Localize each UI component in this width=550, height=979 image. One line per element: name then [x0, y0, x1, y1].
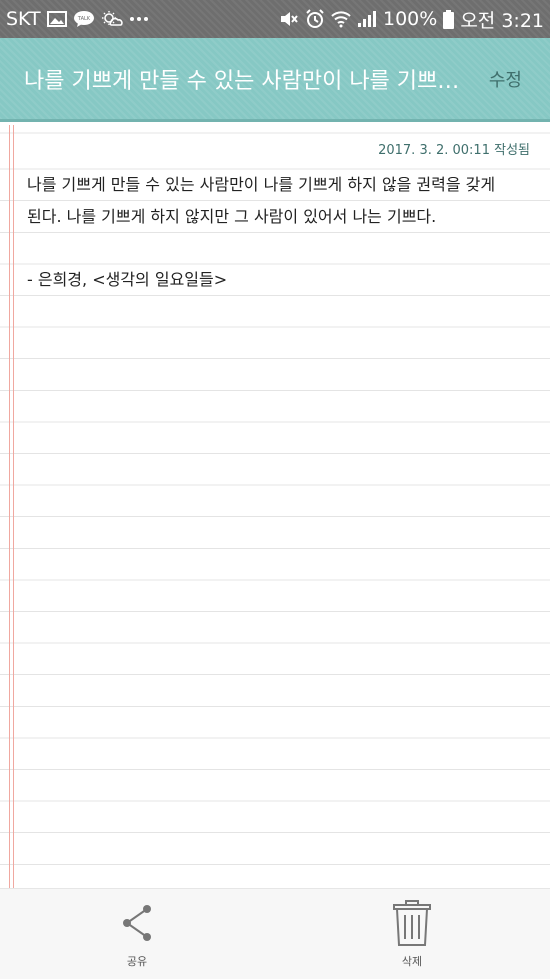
- share-icon: [120, 899, 154, 947]
- memo-title: 나를 기쁘게 만들 수 있는 사람만이 나를 기쁘게 하지 않을 권력을 갖게 …: [24, 68, 469, 94]
- clock: 오전 3:21: [460, 9, 544, 32]
- delete-label: 삭제: [401, 955, 423, 968]
- more-notifications-icon: [129, 16, 149, 22]
- memo-timestamp: 2017. 3. 2. 00:11 작성됨: [378, 143, 530, 158]
- bottom-toolbar: 공유 삭제: [0, 888, 550, 979]
- memo-line: 된다. 나를 기쁘게 하지 않지만 그 사람이 있어서 나는 기쁘다.: [27, 206, 437, 226]
- signal-icon: [357, 10, 377, 28]
- memo-line: - 은희경, <생각의 일요일들>: [27, 269, 228, 289]
- status-left: SKT TALK: [6, 8, 149, 30]
- delete-button[interactable]: 삭제: [352, 889, 472, 979]
- edit-button[interactable]: 수정: [483, 65, 528, 93]
- status-bar: SKT TALK 100% 오전 3:21: [0, 0, 550, 38]
- memo-line: 나를 기쁘게 만들 수 있는 사람만이 나를 기쁘게 하지 않을 권력을 갖게: [27, 175, 496, 194]
- margin-line: [13, 125, 14, 888]
- status-right: 100% 오전 3:21: [279, 6, 544, 33]
- battery-icon: [443, 9, 455, 29]
- memo-content[interactable]: 나를 기쁘게 만들 수 있는 사람만이 나를 기쁘게 하지 않을 권력을 갖게 …: [27, 169, 532, 295]
- title-bar: 나를 기쁘게 만들 수 있는 사람만이 나를 기쁘게 하지 않을 권력을 갖게 …: [0, 38, 550, 122]
- talk-icon: TALK: [73, 10, 95, 28]
- battery-percent: 100%: [383, 8, 438, 30]
- carrier-label: SKT: [6, 8, 41, 30]
- wifi-icon: [331, 10, 351, 28]
- mute-icon: [279, 10, 299, 28]
- share-button[interactable]: 공유: [77, 889, 197, 979]
- trash-icon: [391, 899, 433, 947]
- svg-text:TALK: TALK: [77, 16, 91, 22]
- weather-icon: [101, 10, 123, 28]
- memo-line: [27, 232, 532, 264]
- share-label: 공유: [126, 955, 148, 968]
- alarm-icon: [305, 9, 325, 29]
- memo-body[interactable]: 2017. 3. 2. 00:11 작성됨 나를 기쁘게 만들 수 있는 사람만…: [0, 125, 550, 888]
- margin-line: [9, 125, 10, 888]
- gallery-icon: [46, 11, 67, 27]
